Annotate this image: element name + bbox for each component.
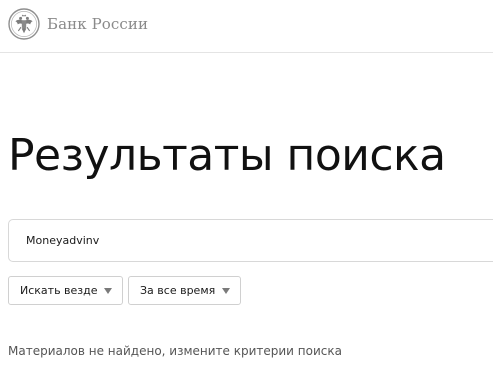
search-box <box>8 219 493 262</box>
search-input[interactable] <box>26 220 486 261</box>
search-scope-dropdown[interactable]: Искать везде <box>8 276 123 305</box>
time-period-label: За все время <box>140 284 216 297</box>
triangle-down-icon <box>104 288 112 294</box>
no-results-message: Материалов не найдено, измените критерии… <box>8 344 342 358</box>
time-period-dropdown[interactable]: За все время <box>128 276 241 305</box>
page: Банк России Результаты поиска Искать вез… <box>0 0 493 367</box>
page-title: Результаты поиска <box>8 130 446 181</box>
search-scope-label: Искать везде <box>20 284 98 297</box>
site-header: Банк России <box>0 0 493 53</box>
brand-logo-link[interactable]: Банк России <box>8 8 148 40</box>
double-headed-eagle-icon <box>8 8 40 40</box>
brand-name: Банк России <box>47 15 149 33</box>
triangle-down-icon <box>222 288 230 294</box>
